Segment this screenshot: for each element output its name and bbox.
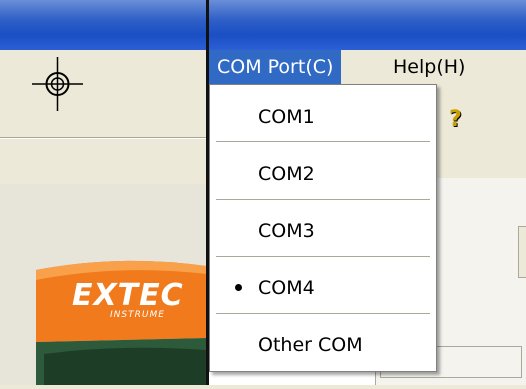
- menu-item-com1[interactable]: COM1: [210, 89, 436, 145]
- crosshair-icon[interactable]: [30, 55, 85, 113]
- menu-item-com3[interactable]: COM3: [210, 203, 436, 259]
- menu-com-port[interactable]: COM Port(C): [209, 50, 342, 84]
- right-window-titlebar: [209, 0, 526, 50]
- menu-separator: [216, 199, 430, 201]
- menu-item-com4[interactable]: COM4: [210, 260, 436, 316]
- panel-button[interactable]: [518, 226, 526, 278]
- left-window-titlebar: [0, 0, 206, 50]
- checked-bullet-icon: [235, 284, 242, 291]
- menu-item-label: COM1: [258, 106, 315, 128]
- menu-help[interactable]: Help(H): [385, 50, 473, 84]
- menu-separator: [216, 313, 430, 315]
- help-icon[interactable]: ?: [449, 107, 462, 132]
- com-port-dropdown-menu: COM1 COM2 COM3 COM4 Other COM: [209, 84, 437, 372]
- menu-item-label: COM4: [258, 277, 315, 299]
- menu-item-label: Other COM: [258, 334, 363, 356]
- menu-separator: [216, 141, 430, 143]
- menu-separator: [216, 256, 430, 258]
- menu-item-label: COM2: [258, 163, 315, 185]
- device-brand-subtext: INSTRUME: [110, 310, 165, 320]
- menu-item-other-com[interactable]: Other COM: [210, 317, 436, 373]
- menu-item-com2[interactable]: COM2: [210, 146, 436, 202]
- device-brand-logo: EXTEC: [72, 278, 184, 313]
- menu-item-label: COM3: [258, 220, 315, 242]
- left-window-status-area: [0, 138, 206, 185]
